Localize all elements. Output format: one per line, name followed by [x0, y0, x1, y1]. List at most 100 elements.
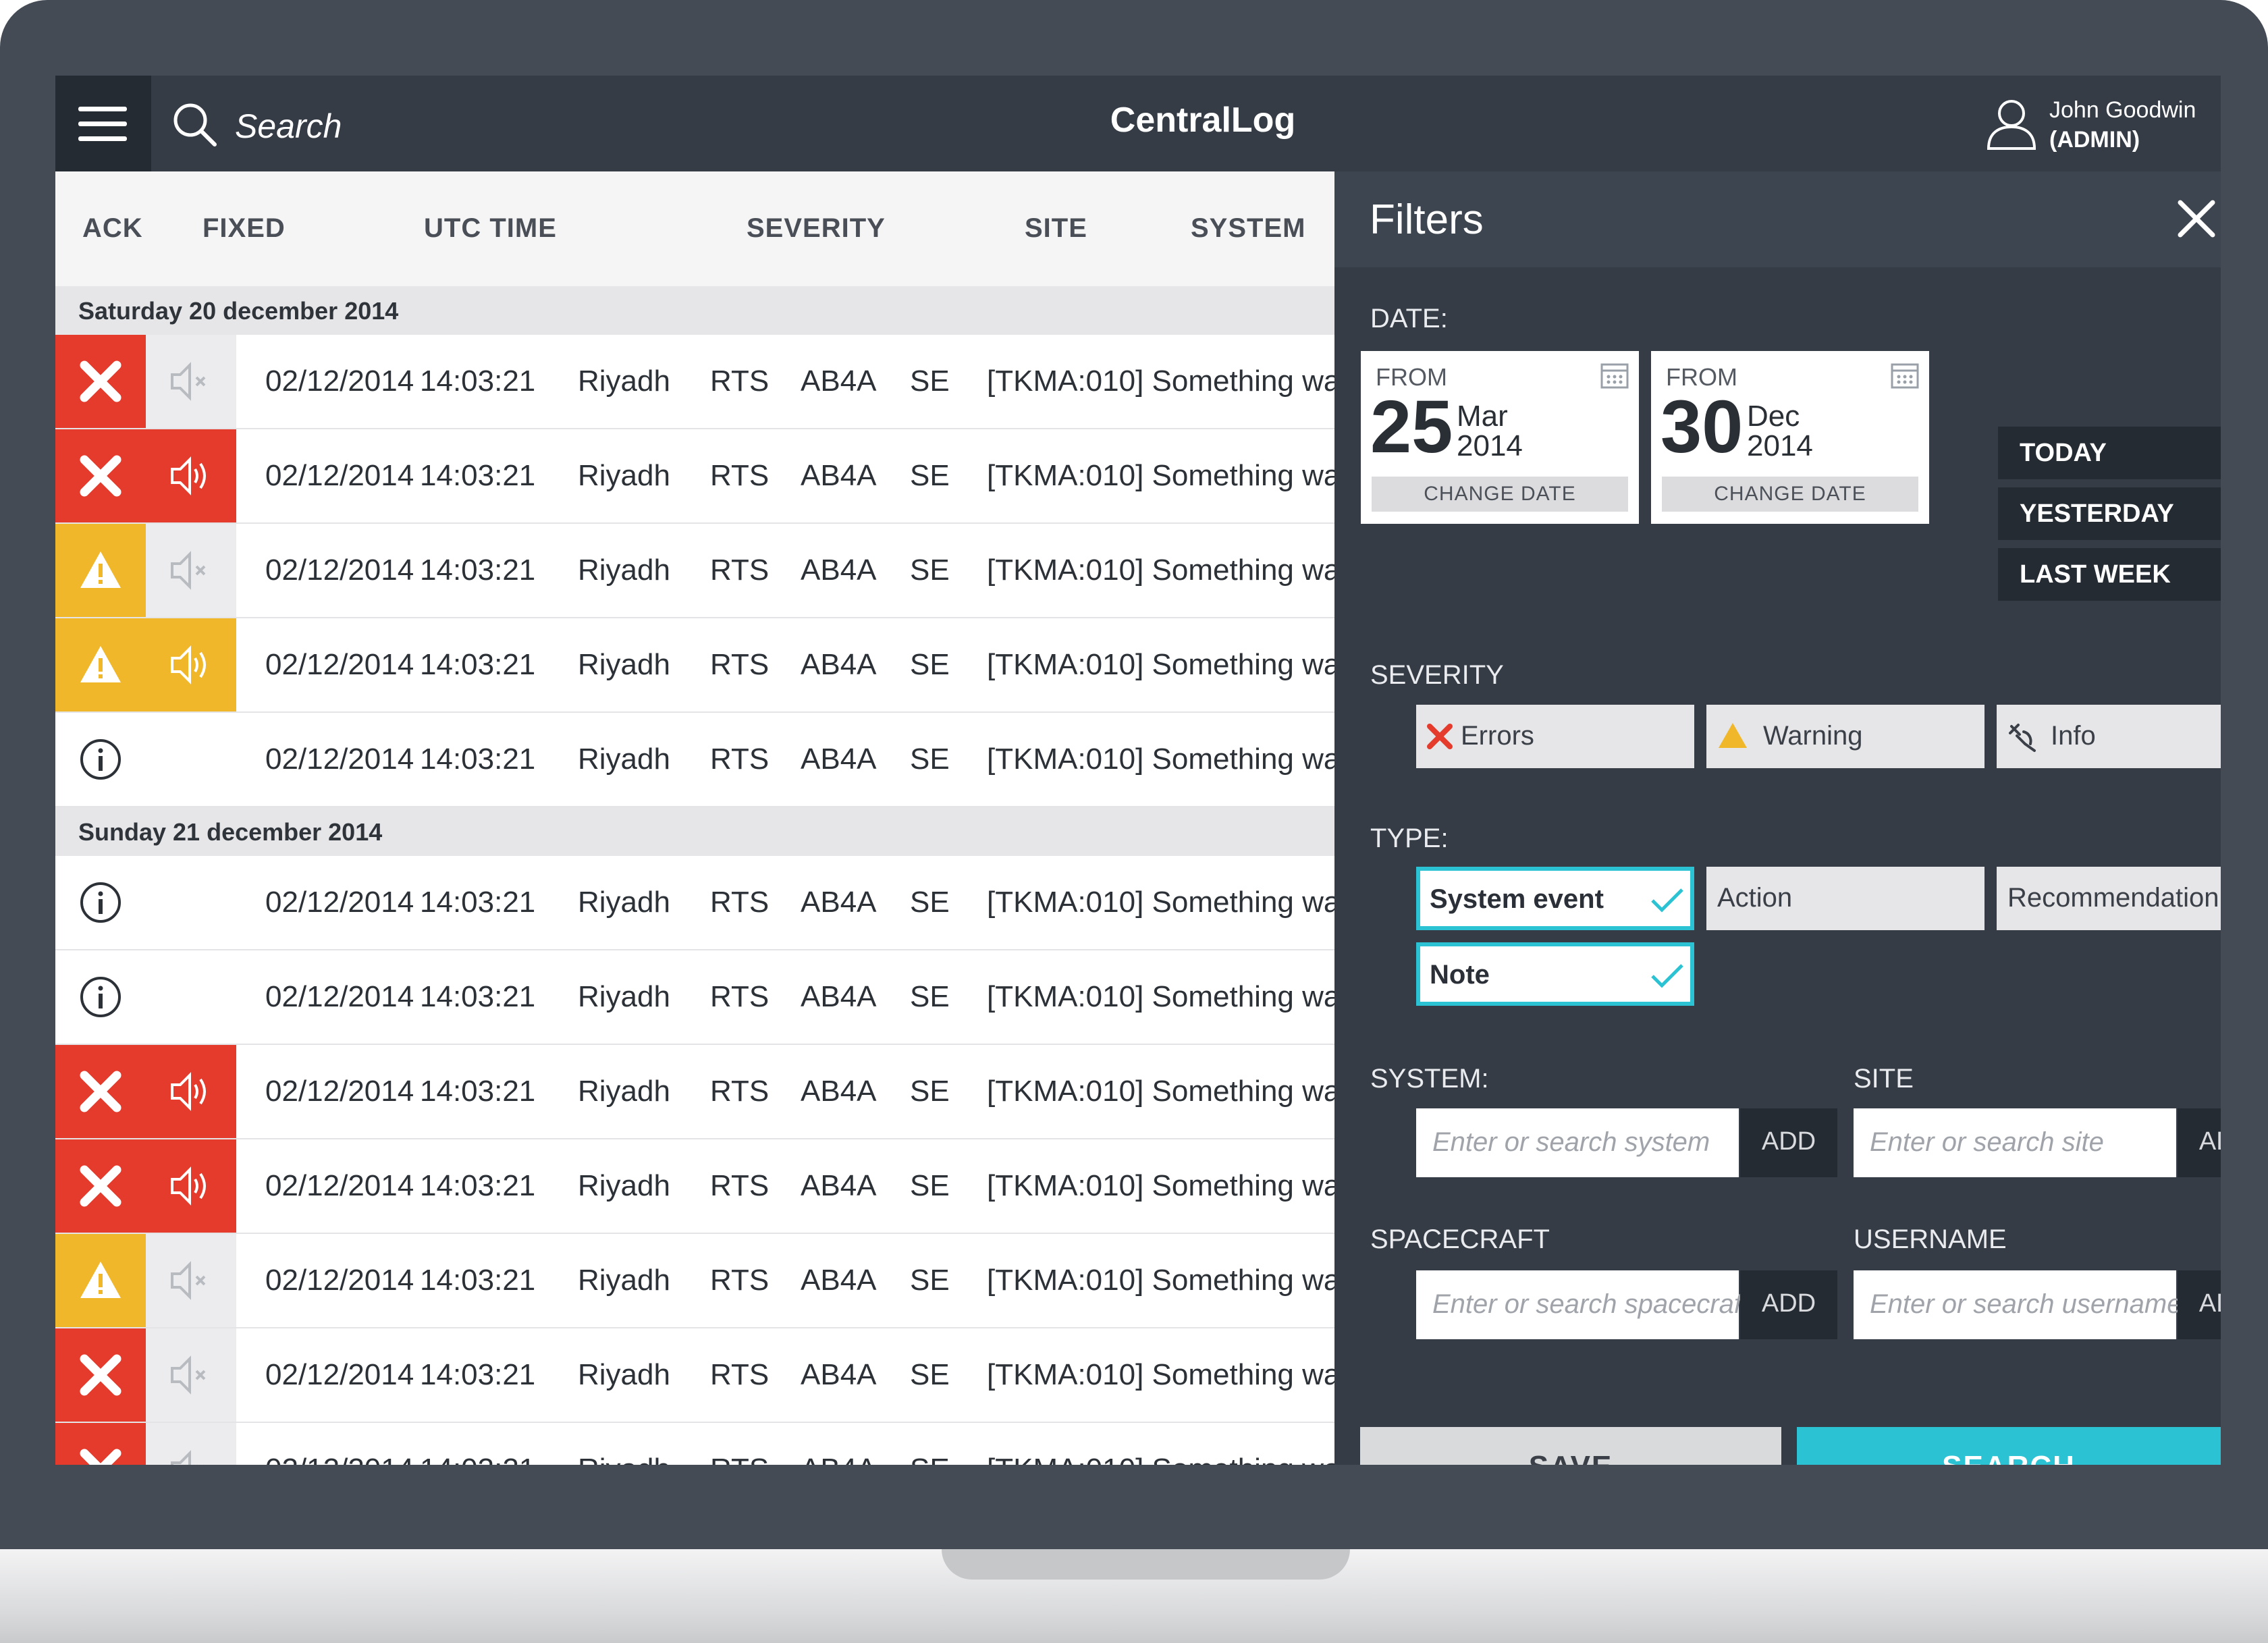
info-circle-icon: [80, 882, 121, 923]
severity-cell[interactable]: [55, 856, 146, 949]
table-row[interactable]: 02/12/201414:03:21RiyadhRTSAB4ASE[TKMA:0…: [55, 618, 1334, 713]
severity-cell[interactable]: [55, 1234, 146, 1327]
column-header-system[interactable]: SYSTEM: [1191, 213, 1305, 244]
save-button[interactable]: SAVE: [1360, 1427, 1781, 1467]
warning-triangle-icon: [80, 1262, 121, 1298]
calendar-icon[interactable]: [1890, 360, 1920, 390]
calendar-icon[interactable]: [1600, 360, 1629, 390]
ack-cell[interactable]: [146, 618, 236, 711]
severity-cell[interactable]: [55, 950, 146, 1044]
date-from-month: Mar: [1457, 400, 1508, 433]
severity-filter-info[interactable]: Info: [1997, 705, 2221, 768]
table-row[interactable]: 02/12/201414:03:21RiyadhRTSAB4ASE[TKMA:0…: [55, 1423, 1334, 1465]
ack-cell[interactable]: [146, 856, 236, 949]
username-add-button[interactable]: ADD: [2178, 1270, 2221, 1339]
severity-cell[interactable]: [55, 429, 146, 522]
table-row[interactable]: 02/12/201414:03:21RiyadhRTSAB4ASE[TKMA:0…: [55, 429, 1334, 524]
search-box[interactable]: Search: [170, 97, 508, 151]
table-row[interactable]: 02/12/201414:03:21RiyadhRTSAB4ASE[TKMA:0…: [55, 1328, 1334, 1423]
table-row[interactable]: 02/12/201414:03:21RiyadhRTSAB4ASE[TKMA:0…: [55, 524, 1334, 618]
table-row[interactable]: 02/12/201414:03:21RiyadhRTSAB4ASE[TKMA:0…: [55, 1045, 1334, 1139]
severity-cell[interactable]: [55, 1328, 146, 1422]
row-date: 02/12/2014: [265, 648, 414, 681]
table-row[interactable]: 02/12/201414:03:21RiyadhRTSAB4ASE[TKMA:0…: [55, 1139, 1334, 1234]
severity-cell[interactable]: [55, 524, 146, 617]
ack-cell[interactable]: [146, 1045, 236, 1138]
severity-cell[interactable]: [55, 1423, 146, 1465]
row-time: 14:03:21: [420, 365, 536, 398]
row-date: 02/12/2014: [265, 1358, 414, 1391]
today-button[interactable]: TODAY: [1998, 427, 2221, 479]
ack-cell[interactable]: [146, 1139, 236, 1233]
spacecraft-add-button[interactable]: ADD: [1740, 1270, 1837, 1339]
row-spacecraft: AB4A: [801, 886, 877, 919]
severity-filter-warning[interactable]: Warning: [1706, 705, 1985, 768]
row-time: 14:03:21: [420, 1358, 536, 1391]
ack-cell[interactable]: [146, 1328, 236, 1422]
ack-cell[interactable]: [146, 713, 236, 806]
type-filter-note[interactable]: Note: [1416, 942, 1694, 1006]
ack-cell[interactable]: [146, 950, 236, 1044]
type-filter-action[interactable]: Action: [1706, 867, 1985, 930]
last-week-label: LAST WEEK: [2020, 560, 2171, 589]
table-row[interactable]: 02/12/201414:03:21RiyadhRTSAB4ASE[TKMA:0…: [55, 1234, 1334, 1328]
ack-cell[interactable]: [146, 524, 236, 617]
severity-errors-label: Errors: [1461, 721, 1534, 751]
last-week-button[interactable]: LAST WEEK: [1998, 548, 2221, 601]
row-spacecraft: AB4A: [801, 1169, 877, 1202]
user-menu[interactable]: John Goodwin (ADMIN): [1986, 93, 2215, 155]
ack-cell[interactable]: [146, 335, 236, 428]
system-add-button[interactable]: ADD: [1740, 1108, 1837, 1177]
row-time: 14:03:21: [420, 886, 536, 919]
severity-cell[interactable]: [55, 713, 146, 806]
row-site: Riyadh: [578, 886, 670, 919]
date-from-card-2[interactable]: FROM 30 Dec 2014 CHANGE DATE: [1651, 351, 1929, 524]
system-input[interactable]: Enter or search system: [1416, 1108, 1739, 1177]
table-row[interactable]: 02/12/201414:03:21RiyadhRTSAB4ASE[TKMA:0…: [55, 713, 1334, 807]
site-add-button[interactable]: ADD: [2178, 1108, 2221, 1177]
severity-cell[interactable]: [55, 618, 146, 711]
site-add-label: ADD: [2198, 1127, 2221, 1156]
search-button[interactable]: SEARCH: [1797, 1427, 2221, 1467]
column-header-site[interactable]: SITE: [1025, 213, 1087, 244]
username-input[interactable]: Enter or search username: [1854, 1270, 2182, 1339]
column-header-fixed[interactable]: FIXED: [202, 213, 286, 244]
severity-filter-errors[interactable]: Errors: [1416, 705, 1694, 768]
row-date: 02/12/2014: [265, 1453, 414, 1465]
column-header-ack[interactable]: ACK: [82, 213, 143, 244]
row-system: RTS: [710, 648, 770, 681]
row-site: Riyadh: [578, 1075, 670, 1108]
change-date-button[interactable]: CHANGE DATE: [1662, 477, 1918, 512]
severity-cell[interactable]: [55, 335, 146, 428]
row-time: 14:03:21: [420, 1453, 535, 1465]
column-header-severity[interactable]: SEVERITY: [747, 213, 886, 244]
table-row[interactable]: 02/12/201414:03:21RiyadhRTSAB4ASE[TKMA:0…: [55, 856, 1334, 950]
close-icon[interactable]: [2176, 198, 2217, 239]
row-message: [TKMA:010] Something was: [987, 743, 1334, 776]
type-label: TYPE:: [1370, 824, 1449, 853]
username-label: USERNAME: [1854, 1224, 2007, 1254]
type-filter-system-event[interactable]: System event: [1416, 867, 1694, 930]
change-date-button[interactable]: CHANGE DATE: [1372, 477, 1628, 512]
ack-cell[interactable]: [146, 429, 236, 522]
severity-cell[interactable]: [55, 1045, 146, 1138]
ack-cell[interactable]: [146, 1234, 236, 1327]
search-icon: [173, 103, 217, 146]
row-spacecraft: AB4A: [801, 554, 877, 587]
type-filter-recommendation[interactable]: Recommendation: [1997, 867, 2221, 930]
row-message: [TKMA:010] Something was: [987, 1453, 1334, 1465]
row-spacecraft: AB4A: [801, 459, 877, 492]
menu-button[interactable]: [55, 76, 151, 171]
date-from-card[interactable]: FROM 25 Mar 2014 CHANGE DATE: [1361, 351, 1639, 524]
site-input[interactable]: Enter or search site: [1854, 1108, 2176, 1177]
column-header-utc-time[interactable]: UTC TIME: [424, 213, 557, 244]
row-date: 02/12/2014: [265, 886, 414, 919]
spacecraft-input[interactable]: Enter or search spacecraft: [1416, 1270, 1749, 1339]
severity-cell[interactable]: [55, 1139, 146, 1233]
speaker-muted-icon: [171, 362, 206, 401]
ack-cell[interactable]: [146, 1423, 236, 1465]
table-row[interactable]: 02/12/201414:03:21RiyadhRTSAB4ASE[TKMA:0…: [55, 335, 1334, 429]
yesterday-button[interactable]: YESTERDAY: [1998, 487, 2221, 540]
table-row[interactable]: 02/12/201414:03:21RiyadhRTSAB4ASE[TKMA:0…: [55, 950, 1334, 1045]
error-x-icon: [80, 1165, 122, 1207]
